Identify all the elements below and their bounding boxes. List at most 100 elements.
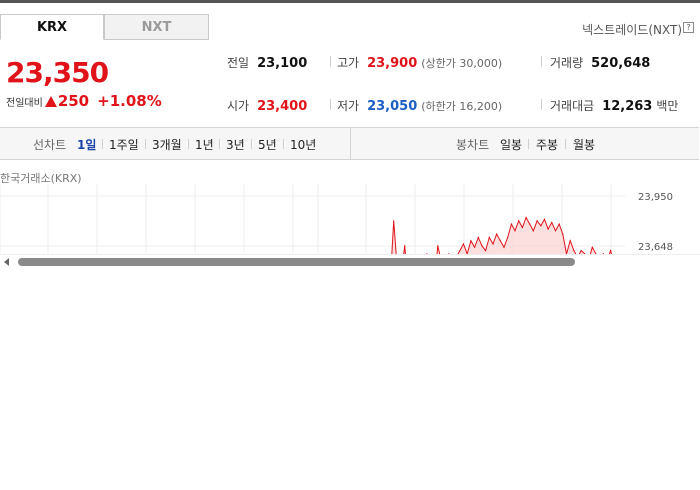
data-point — [540, 225, 542, 227]
y-tick-label: 23,648 — [638, 242, 673, 253]
data-point — [591, 246, 593, 248]
change-value: 250 — [57, 92, 90, 110]
candle-chart-label: 봉차트 — [456, 138, 490, 152]
data-point — [558, 223, 560, 225]
scroll-left-icon[interactable] — [4, 258, 9, 266]
data-point — [525, 216, 527, 219]
scroll-thumb[interactable] — [18, 258, 575, 266]
divider — [330, 56, 331, 67]
data-point — [474, 246, 476, 248]
tab-krx[interactable]: KRX — [0, 14, 104, 40]
divider — [541, 99, 542, 110]
stat-value: 23,100 — [257, 56, 308, 71]
divider — [251, 139, 252, 149]
data-point — [543, 218, 546, 220]
data-point — [499, 240, 501, 242]
data-point — [518, 220, 520, 222]
data-point — [462, 243, 465, 245]
data-point — [492, 243, 494, 245]
price-chart-svg: 23,950 23,648 — [0, 184, 673, 254]
price-chart: 23,950 23,648 — [0, 184, 700, 254]
period-3m[interactable]: 3개월 — [152, 136, 182, 153]
period-5y[interactable]: 5년 — [258, 136, 277, 153]
divider — [219, 139, 220, 149]
data-point — [477, 236, 479, 238]
stat-label: 거래량 — [550, 56, 584, 70]
divider — [541, 56, 542, 67]
stat-high: 고가 23,900 (상한가 30,000) — [337, 54, 502, 71]
divider — [330, 99, 331, 110]
data-point — [496, 233, 498, 235]
period-1w[interactable]: 1주일 — [109, 136, 139, 153]
period-monthly[interactable]: 월봉 — [573, 136, 595, 153]
data-point — [459, 250, 461, 252]
divider — [283, 139, 284, 149]
data-point — [514, 230, 516, 232]
line-chart-label: 선차트 — [33, 138, 67, 152]
data-point — [404, 245, 406, 247]
chart-scrollbar[interactable] — [0, 254, 700, 269]
data-point — [573, 250, 575, 252]
stat-value: 520,648 — [591, 56, 651, 71]
top-border — [0, 0, 700, 3]
divider — [350, 128, 351, 159]
data-point — [510, 223, 512, 225]
stat-label: 거래대금 — [550, 99, 595, 113]
period-daily[interactable]: 일봉 — [500, 136, 522, 153]
period-10y[interactable]: 10년 — [290, 136, 316, 153]
chart-period-bar: 선차트 1일 1주일 3개월 1년 3년 5년 10년 봉차트 일봉 주봉 월봉 — [0, 127, 699, 160]
stat-value: 12,263 — [602, 99, 653, 114]
nxt-info-link[interactable]: 넥스트레이드(NXT) — [582, 21, 682, 38]
period-1y[interactable]: 1년 — [195, 136, 214, 153]
current-price: 23,350 — [6, 56, 109, 89]
data-point — [485, 250, 487, 252]
price-change: 전일대비 250 +1.08% — [6, 92, 162, 110]
divider — [188, 139, 189, 149]
period-1d[interactable]: 1일 — [77, 136, 96, 153]
stat-sub: (하한가 16,200) — [421, 100, 503, 113]
divider — [145, 139, 146, 149]
data-point — [569, 240, 571, 242]
data-point — [562, 233, 564, 235]
tab-nxt[interactable]: NXT — [104, 14, 209, 40]
data-point — [393, 220, 395, 222]
help-icon[interactable]: ? — [683, 22, 694, 33]
data-point — [532, 230, 535, 232]
stat-value: 23,050 — [367, 99, 418, 114]
stat-value: 23,900 — [367, 56, 418, 71]
stat-volume: 거래량 520,648 — [550, 54, 650, 71]
divider — [528, 139, 529, 149]
stat-label: 저가 — [337, 99, 360, 113]
data-point — [488, 236, 490, 238]
divider — [565, 139, 566, 149]
data-point — [470, 240, 472, 242]
period-3y[interactable]: 3년 — [226, 136, 245, 153]
divider — [102, 139, 103, 149]
stat-open: 시가 23,400 — [227, 97, 307, 114]
data-point — [507, 236, 509, 238]
data-point — [547, 228, 549, 230]
data-point — [481, 245, 483, 247]
stat-label: 시가 — [227, 99, 250, 113]
stat-value: 23,400 — [257, 99, 308, 114]
change-percent: +1.08% — [97, 92, 162, 110]
data-point — [503, 246, 505, 248]
data-point — [536, 220, 538, 222]
data-point — [580, 250, 582, 252]
data-point — [610, 250, 612, 252]
stat-prev-close: 전일 23,100 — [227, 54, 307, 71]
period-weekly[interactable]: 주봉 — [536, 136, 558, 153]
data-point — [554, 230, 557, 232]
stat-label: 고가 — [337, 56, 360, 70]
data-point — [529, 223, 531, 225]
stat-label: 전일 — [227, 56, 250, 70]
stat-amount: 거래대금 12,263 백만 — [550, 97, 686, 114]
y-tick-label: 23,950 — [638, 192, 673, 203]
data-point — [551, 221, 553, 224]
stat-unit: 백만 — [656, 99, 679, 113]
stat-sub: (상한가 30,000) — [421, 57, 503, 70]
data-point — [521, 226, 524, 229]
stat-low: 저가 23,050 (하한가 16,200) — [337, 97, 502, 114]
series-area — [390, 217, 618, 254]
data-point — [437, 245, 439, 247]
